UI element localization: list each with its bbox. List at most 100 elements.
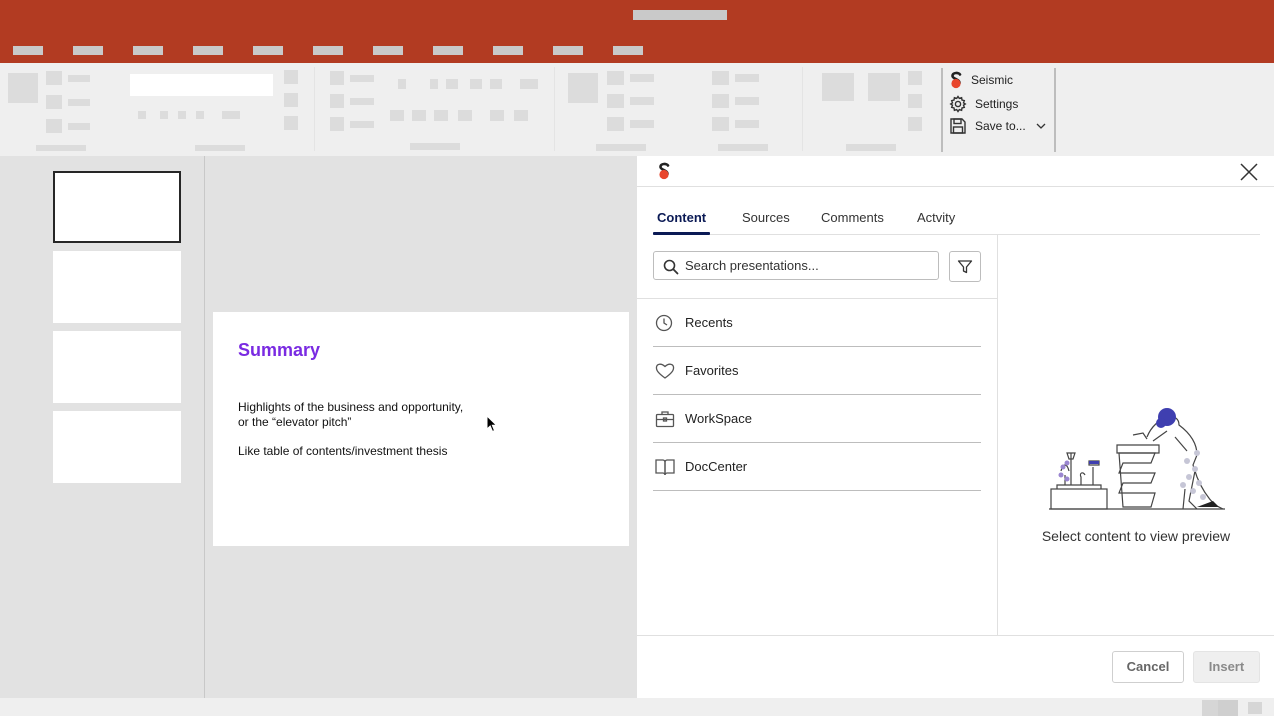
ribbon-label-placeholder — [630, 120, 654, 128]
ribbon-button-placeholder[interactable] — [446, 79, 458, 89]
status-view-button-placeholder[interactable] — [1218, 700, 1238, 716]
ribbon-button-placeholder[interactable] — [284, 116, 298, 130]
tab-content[interactable]: Content — [657, 210, 706, 225]
active-tab-indicator — [653, 232, 710, 235]
ribbon-button-placeholder[interactable] — [520, 79, 538, 89]
slide-thumbnail[interactable] — [53, 251, 181, 323]
ribbon-button-placeholder[interactable] — [712, 71, 729, 85]
ribbon-button-placeholder[interactable] — [470, 79, 482, 89]
ribbon-button-placeholder[interactable] — [908, 94, 922, 108]
ribbon-label-placeholder — [350, 75, 374, 82]
menu-tab-placeholder[interactable] — [193, 46, 223, 55]
ribbon-label-placeholder — [68, 99, 90, 106]
ribbon-button-placeholder[interactable] — [434, 110, 448, 121]
current-slide[interactable]: Summary Highlights of the business and o… — [213, 312, 629, 546]
ribbon-button-placeholder[interactable] — [908, 117, 922, 131]
panel-header — [637, 156, 1274, 187]
ribbon-button-placeholder[interactable] — [607, 71, 624, 85]
filter-button[interactable] — [949, 251, 981, 282]
ribbon-button-placeholder[interactable] — [196, 111, 204, 119]
tab-activity[interactable]: Actvity — [917, 210, 955, 225]
settings-ribbon-label: Settings — [975, 97, 1019, 111]
save-to-ribbon-label: Save to... — [975, 119, 1026, 133]
menu-tab-placeholder[interactable] — [553, 46, 583, 55]
ribbon-button-placeholder[interactable] — [46, 119, 62, 133]
nav-item-label: WorkSpace — [685, 411, 752, 426]
ribbon-button-placeholder[interactable] — [822, 73, 854, 101]
ribbon-label-placeholder — [735, 120, 759, 128]
panel-tabs: Content Sources Comments Actvity — [653, 204, 1260, 235]
menu-tab-placeholder[interactable] — [133, 46, 163, 55]
close-icon[interactable] — [1239, 162, 1259, 182]
chevron-down-icon[interactable] — [1036, 122, 1046, 130]
menu-tab-placeholder[interactable] — [433, 46, 463, 55]
ribbon-button-placeholder[interactable] — [222, 111, 240, 119]
ribbon-button-placeholder[interactable] — [412, 110, 426, 121]
ribbon-button-placeholder[interactable] — [330, 94, 344, 108]
nav-item-workspace[interactable]: WorkSpace — [653, 395, 981, 443]
ribbon-button-placeholder[interactable] — [8, 73, 38, 103]
search-box[interactable] — [653, 251, 939, 280]
slide-thumbnail[interactable] — [53, 331, 181, 403]
nav-item-label: Favorites — [685, 363, 739, 378]
mouse-cursor-icon — [486, 415, 498, 433]
tab-comments[interactable]: Comments — [821, 210, 884, 225]
ribbon-button-placeholder[interactable] — [160, 111, 168, 119]
status-view-button-placeholder[interactable] — [1248, 702, 1262, 714]
slide-thumbnail[interactable] — [53, 411, 181, 483]
menu-tab-placeholder[interactable] — [13, 46, 43, 55]
menu-tab-placeholder[interactable] — [73, 46, 103, 55]
ribbon-button-placeholder[interactable] — [398, 79, 406, 89]
ribbon-button-placeholder[interactable] — [284, 70, 298, 84]
ribbon-button-placeholder[interactable] — [712, 94, 729, 108]
menu-tab-placeholder[interactable] — [613, 46, 643, 55]
ribbon-button-placeholder[interactable] — [458, 110, 472, 121]
ribbon-button-placeholder[interactable] — [284, 93, 298, 107]
slide-thumbnail-selected[interactable] — [53, 171, 181, 243]
slide-body-text[interactable]: Highlights of the business and opportuni… — [238, 400, 463, 430]
seismic-ribbon-label: Seismic — [971, 73, 1014, 87]
slide-title[interactable]: Summary — [238, 340, 320, 361]
ribbon-label-placeholder — [350, 98, 374, 105]
ribbon-button-placeholder[interactable] — [390, 110, 404, 121]
ribbon-button-placeholder[interactable] — [568, 73, 598, 103]
menu-tab-placeholder[interactable] — [493, 46, 523, 55]
ribbon-button-placeholder[interactable] — [330, 71, 344, 85]
menu-tab-placeholder[interactable] — [373, 46, 403, 55]
nav-item-favorites[interactable]: Favorites — [653, 347, 981, 395]
ribbon-button-placeholder[interactable] — [607, 117, 624, 131]
status-view-button-placeholder[interactable] — [1202, 700, 1218, 716]
ribbon-button-placeholder[interactable] — [607, 94, 624, 108]
search-icon — [663, 259, 679, 275]
insert-button[interactable]: Insert — [1193, 651, 1260, 683]
ribbon-input-placeholder[interactable] — [130, 74, 273, 96]
search-input[interactable] — [685, 257, 930, 274]
ribbon-button-placeholder[interactable] — [490, 79, 502, 89]
ribbon-button-placeholder[interactable] — [138, 111, 146, 119]
slide-body-text[interactable]: Like table of contents/investment thesis — [238, 444, 447, 458]
ribbon-button-placeholder[interactable] — [430, 79, 438, 89]
menu-tab-placeholder[interactable] — [313, 46, 343, 55]
save-to-ribbon-button[interactable]: Save to... — [949, 116, 1046, 136]
ribbon-button-placeholder[interactable] — [178, 111, 186, 119]
ribbon-separator — [314, 67, 315, 151]
seismic-ribbon-button[interactable]: Seismic — [949, 70, 1013, 90]
nav-item-recents[interactable]: Recents — [653, 299, 981, 347]
nav-item-label: DocCenter — [685, 459, 748, 474]
ribbon-button-placeholder[interactable] — [330, 117, 344, 131]
nav-item-doccenter[interactable]: DocCenter — [653, 443, 981, 491]
ribbon-button-placeholder[interactable] — [868, 73, 900, 101]
settings-ribbon-button[interactable]: Settings — [949, 94, 1018, 114]
ribbon-button-placeholder[interactable] — [490, 110, 504, 121]
save-icon — [950, 118, 966, 134]
tab-sources[interactable]: Sources — [742, 210, 790, 225]
ribbon-button-placeholder[interactable] — [908, 71, 922, 85]
ribbon-button-placeholder[interactable] — [46, 95, 62, 109]
divider — [637, 635, 1274, 636]
menu-tab-placeholder[interactable] — [253, 46, 283, 55]
cancel-button[interactable]: Cancel — [1112, 651, 1184, 683]
ribbon-button-placeholder[interactable] — [514, 110, 528, 121]
ribbon-button-placeholder[interactable] — [712, 117, 729, 131]
ribbon-button-placeholder[interactable] — [46, 71, 62, 85]
ribbon-group-label-placeholder — [846, 144, 896, 151]
